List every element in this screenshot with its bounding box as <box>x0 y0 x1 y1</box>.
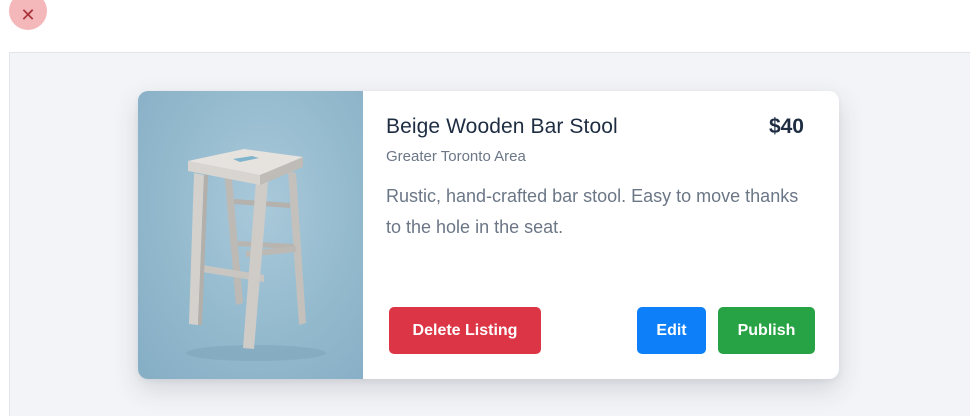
listing-price: $40 <box>768 115 804 138</box>
listing-description: Rustic, hand-crafted bar stool. Easy to … <box>386 186 799 237</box>
listing-location: Greater Toronto Area <box>386 148 526 165</box>
bar-stool-photo <box>138 91 363 379</box>
preview-stage: Beige Wooden Bar Stool $40 Greater Toron… <box>9 52 970 416</box>
listing-card: Beige Wooden Bar Stool $40 Greater Toron… <box>138 91 839 379</box>
edit-button[interactable]: Edit <box>637 307 706 354</box>
publish-button[interactable]: Publish <box>718 307 815 354</box>
listing-details: Beige Wooden Bar Stool $40 Greater Toron… <box>363 91 839 379</box>
title-row: Beige Wooden Bar Stool $40 <box>386 115 816 139</box>
listing-actions: Delete Listing Edit Publish <box>389 307 815 354</box>
listing-title: Beige Wooden Bar Stool <box>386 115 618 138</box>
close-icon: ✕ <box>20 4 36 25</box>
delete-listing-button[interactable]: Delete Listing <box>389 307 541 354</box>
close-button[interactable]: ✕ <box>9 0 47 30</box>
